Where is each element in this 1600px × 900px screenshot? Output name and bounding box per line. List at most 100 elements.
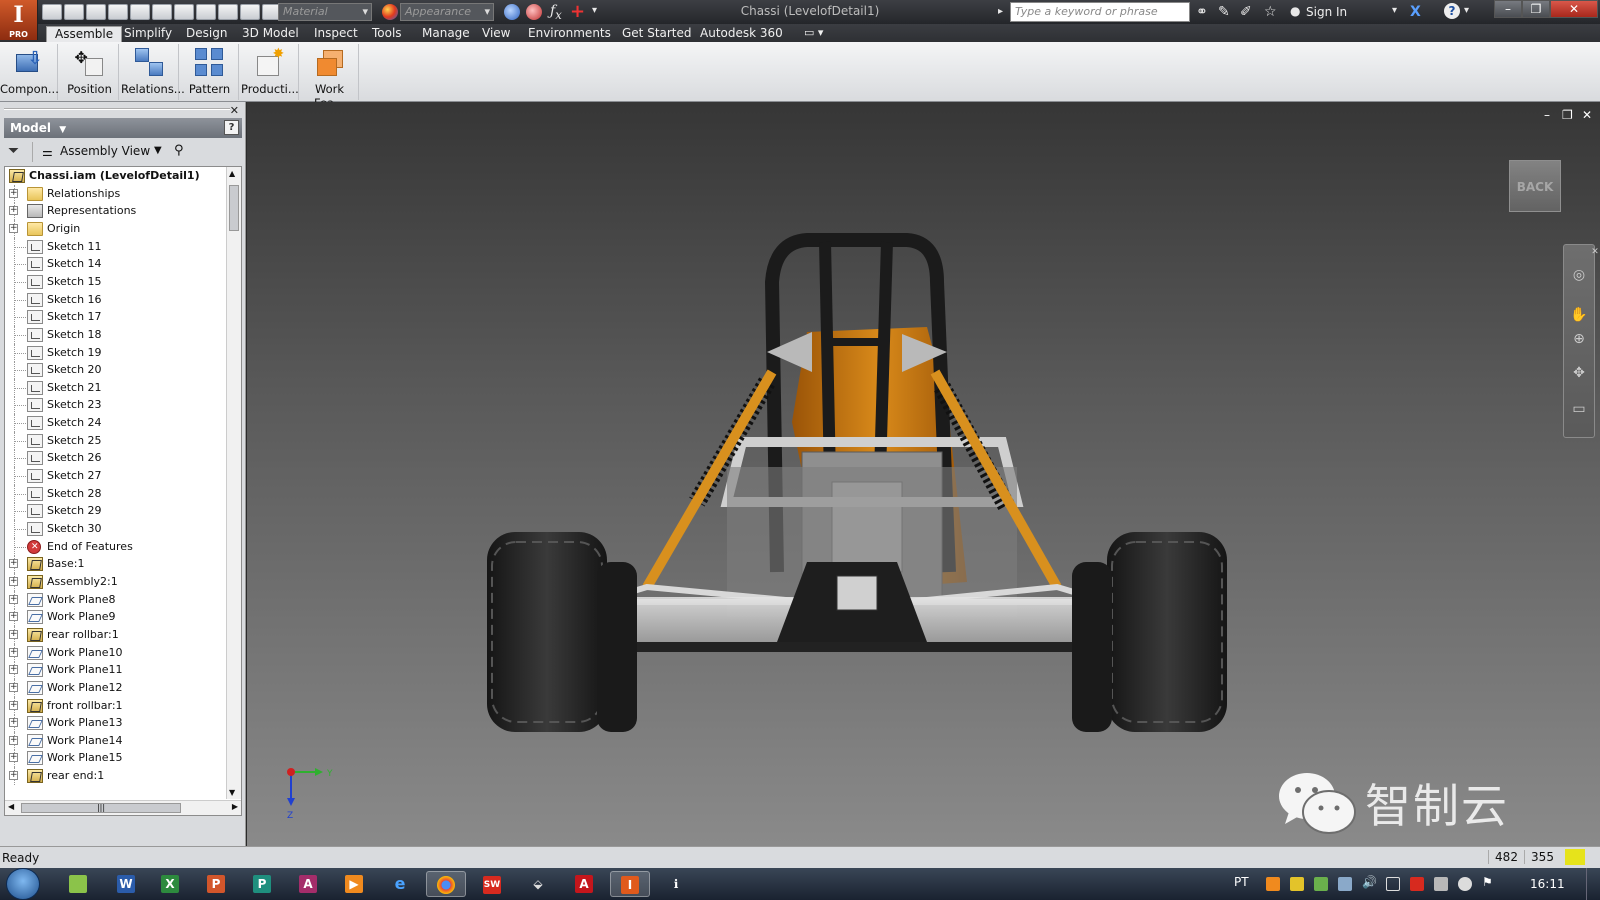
tree-horizontal-scrollbar[interactable]: ◀ ||| ▶ xyxy=(5,800,241,815)
taskbar-powerpoint[interactable]: P xyxy=(196,871,236,897)
tree-node[interactable]: + Work Plane15 xyxy=(5,749,225,768)
expand-icon[interactable]: + xyxy=(9,612,18,622)
start-button[interactable] xyxy=(6,868,40,900)
tree-node[interactable]: Sketch 24 xyxy=(5,414,225,433)
help-dropdown-icon[interactable]: ▾ xyxy=(1464,5,1469,16)
filter-icon[interactable]: ⏷ xyxy=(8,143,19,159)
search-expand-icon[interactable]: ▸ xyxy=(998,6,1003,17)
action-center-flag-icon[interactable]: ⚑ xyxy=(1482,875,1496,889)
minimize-window-button[interactable]: – xyxy=(1494,0,1522,18)
tray-network-app-icon[interactable] xyxy=(1314,877,1328,891)
tab-inspect[interactable]: Inspect xyxy=(306,26,366,42)
expand-icon[interactable]: + xyxy=(9,594,18,604)
tab-environments[interactable]: Environments xyxy=(520,26,619,42)
ipoint-icon[interactable]: + xyxy=(570,1,585,22)
appearance-dropdown[interactable]: Appearance xyxy=(400,3,494,21)
ribbon-options-icon[interactable]: ▭ ▾ xyxy=(796,26,831,42)
tab-design[interactable]: Design xyxy=(178,26,235,42)
undo-icon[interactable] xyxy=(108,4,128,20)
expand-icon[interactable]: + xyxy=(9,206,18,216)
model-dropdown-icon[interactable]: ▼ xyxy=(59,125,66,135)
new-icon[interactable] xyxy=(42,4,62,20)
component-button[interactable]: ⇩ Compon... xyxy=(0,44,59,100)
tree-node[interactable]: Sketch 14 xyxy=(5,255,225,274)
assembly-view-label[interactable]: Assembly View xyxy=(60,144,150,158)
tree-node[interactable]: + Representations xyxy=(5,202,225,221)
tree-vertical-scrollbar[interactable]: ▲ ▼ xyxy=(226,167,241,799)
tree-node[interactable]: Sketch 28 xyxy=(5,484,225,503)
tab-manage[interactable]: Manage xyxy=(414,26,478,42)
favorites-star-icon[interactable]: ☆ xyxy=(1264,4,1277,20)
expand-icon[interactable]: + xyxy=(9,700,18,710)
print-icon[interactable] xyxy=(152,4,172,20)
browser-help-button[interactable]: ? xyxy=(224,120,239,135)
taskbar-publisher[interactable]: P xyxy=(242,871,282,897)
tray-network-icon[interactable] xyxy=(1338,877,1352,891)
tree-node[interactable]: + Work Plane11 xyxy=(5,661,225,680)
taskbar-excel[interactable]: X xyxy=(150,871,190,897)
view-dropdown-icon[interactable]: ▼ xyxy=(154,145,162,156)
tree-node[interactable]: + Relationships xyxy=(5,184,225,203)
maximize-window-button[interactable]: ❐ xyxy=(1522,0,1550,18)
scroll-left-icon[interactable]: ◀ xyxy=(8,802,14,811)
work-features-button[interactable]: Work Fea... xyxy=(301,44,359,110)
tree-node[interactable]: Sketch 19 xyxy=(5,343,225,362)
tray-display-icon[interactable] xyxy=(1386,877,1400,891)
taskbar-access[interactable]: A xyxy=(288,871,328,897)
tree-node[interactable]: Sketch 25 xyxy=(5,431,225,450)
tree-node[interactable]: Sketch 15 xyxy=(5,272,225,291)
tree-node[interactable]: + Work Plane10 xyxy=(5,643,225,662)
exchange-apps-icon[interactable]: X xyxy=(1410,4,1421,20)
volume-icon[interactable]: 🔊 xyxy=(1362,875,1377,889)
expand-icon[interactable]: + xyxy=(9,188,18,198)
tree-node[interactable]: Sketch 21 xyxy=(5,378,225,397)
subscription-icon[interactable]: ✐ xyxy=(1240,4,1252,20)
tree-node[interactable]: + rear end:1 xyxy=(5,767,225,786)
tray-close-icon[interactable] xyxy=(1434,877,1448,891)
tree-node[interactable]: Sketch 20 xyxy=(5,361,225,380)
clock[interactable]: 16:11 xyxy=(1530,877,1565,891)
tree-node[interactable]: + Base:1 xyxy=(5,555,225,574)
position-button[interactable]: ✥ Position xyxy=(61,44,119,100)
productivity-button[interactable]: ✸ Producti... xyxy=(241,44,299,100)
scroll-up-icon[interactable]: ▲ xyxy=(229,169,235,178)
scroll-down-icon[interactable]: ▼ xyxy=(229,788,235,797)
tree-node[interactable]: Sketch 16 xyxy=(5,290,225,309)
update-icon[interactable] xyxy=(196,4,216,20)
taskbar-word[interactable]: W xyxy=(106,871,146,897)
tree-node[interactable]: + rear rollbar:1 xyxy=(5,625,225,644)
parameters-icon[interactable]: ƒx xyxy=(550,3,562,22)
show-desktop-button[interactable] xyxy=(1586,868,1598,900)
save-icon[interactable] xyxy=(86,4,106,20)
expand-icon[interactable]: + xyxy=(9,576,18,586)
tree-node[interactable]: Sketch 30 xyxy=(5,520,225,538)
taskbar-media-player[interactable]: ▶ xyxy=(334,871,374,897)
scroll-right-icon[interactable]: ▶ xyxy=(232,802,238,811)
tab-get-started[interactable]: Get Started xyxy=(614,26,700,42)
find-binoculars-icon[interactable]: ⚲ xyxy=(174,143,184,158)
taskbar-explorer[interactable] xyxy=(58,871,98,897)
open-icon[interactable] xyxy=(64,4,84,20)
taskbar-info[interactable]: ℹ xyxy=(656,871,696,897)
communication-center-icon[interactable]: ✎ xyxy=(1218,4,1230,20)
tab-tools[interactable]: Tools xyxy=(364,26,410,42)
tree-node[interactable]: Sketch 18 xyxy=(5,325,225,344)
tab-simplify[interactable]: Simplify xyxy=(116,26,180,42)
return-icon[interactable] xyxy=(174,4,194,20)
taskbar-chrome[interactable] xyxy=(426,871,466,897)
pattern-button[interactable]: Pattern xyxy=(181,44,239,100)
sign-in-dropdown-icon[interactable]: ▾ xyxy=(1392,5,1397,16)
tray-shield-icon[interactable] xyxy=(1290,877,1304,891)
tree-node[interactable]: Sketch 29 xyxy=(5,502,225,521)
tree-node[interactable]: + Assembly2:1 xyxy=(5,572,225,591)
application-menu-button[interactable]: I PRO xyxy=(0,0,38,40)
tree-node[interactable]: End of Features xyxy=(5,537,225,556)
tree-node[interactable]: + Work Plane8 xyxy=(5,590,225,609)
expand-icon[interactable]: + xyxy=(9,223,18,233)
tab-view[interactable]: View xyxy=(474,26,518,42)
taskbar-app[interactable]: ⬙ xyxy=(518,871,558,897)
tab-assemble[interactable]: Assemble xyxy=(46,26,123,43)
language-indicator[interactable]: PT xyxy=(1234,875,1249,889)
tree-node[interactable]: Sketch 17 xyxy=(5,308,225,327)
material-dropdown[interactable]: Material xyxy=(278,3,372,21)
